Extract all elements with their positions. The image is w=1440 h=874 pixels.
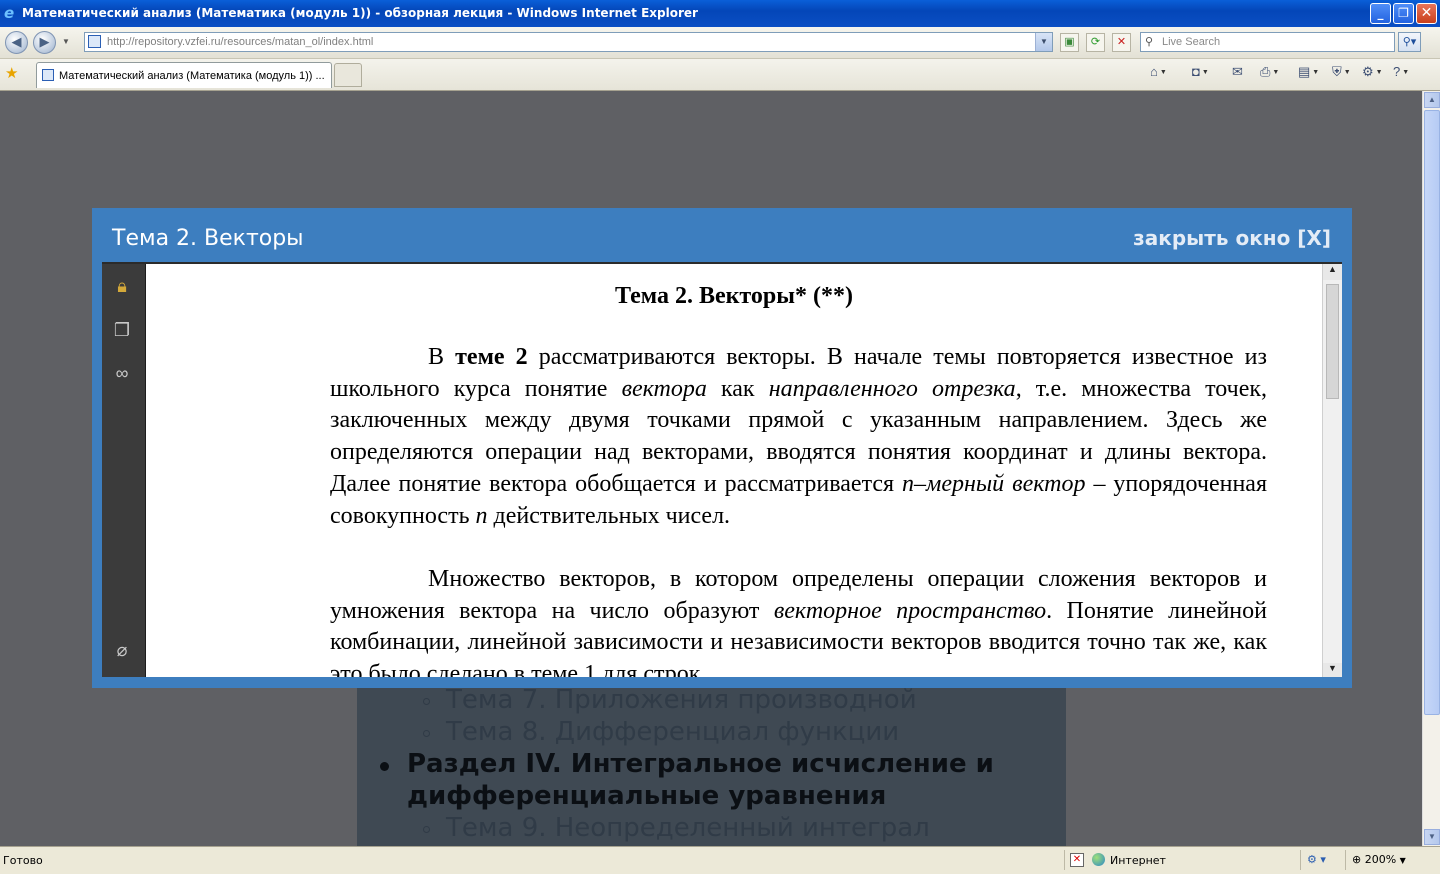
zoom-control[interactable]: ⊕ 200% ▼ [1352, 853, 1406, 866]
shield-icon: ⛨ [1332, 64, 1342, 79]
mail-icon: ✉ [1232, 64, 1243, 79]
list-circle-icon [423, 826, 430, 833]
modal-title: Тема 2. Векторы [112, 226, 304, 251]
feeds-button[interactable]: ◘ ▼ [1192, 64, 1209, 84]
window-title: Математический анализ (Математика (модул… [22, 6, 698, 20]
minimize-button[interactable]: _ [1370, 3, 1391, 24]
home-icon: ⌂ [1150, 64, 1158, 79]
pdf-scroll-up-icon[interactable]: ▲ [1323, 264, 1342, 280]
address-field[interactable]: http://repository.vzfei.ru/resources/mat… [84, 32, 1053, 52]
pdf-page: Тема 2. Векторы* (**) В теме 2 рассматри… [146, 264, 1322, 677]
status-text: Готово [3, 854, 43, 867]
pdf-viewer: 🔒︎ ❐ ∞ ⌀ Тема 2. Векторы* (**) В теме 2 … [102, 262, 1342, 677]
pdf-sidebar: 🔒︎ ❐ ∞ ⌀ [102, 264, 146, 677]
attachment-icon[interactable]: ⌀ [111, 640, 133, 664]
address-dropdown-icon[interactable]: ▼ [1035, 33, 1052, 51]
help-icon: ? [1393, 64, 1401, 79]
protected-mode-icon[interactable]: ⚙ ▾ [1307, 853, 1326, 866]
close-modal-button[interactable]: закрыть окно [X] [1133, 226, 1331, 250]
pdf-scroll-down-icon[interactable]: ▼ [1323, 663, 1342, 677]
arrow-right-icon: ▶ [39, 34, 50, 49]
back-button[interactable]: ◀ [5, 31, 28, 54]
tab-bar: ★ Математический анализ (Математика (мод… [0, 59, 1440, 91]
status-divider [1300, 850, 1301, 870]
document-paragraph-1: В теме 2 рассматриваются векторы. В нача… [330, 344, 1268, 529]
pdf-scrollbar[interactable]: ▲ ▼ [1322, 264, 1342, 677]
print-button[interactable]: ⎙ ▼ [1260, 64, 1279, 84]
section-item-line2[interactable]: дифференциальные уравнения [407, 781, 886, 811]
security-zone[interactable]: Интернет [1092, 853, 1166, 867]
tools-menu-button[interactable]: ⚙ ▼ [1362, 64, 1383, 84]
arrow-left-icon: ◀ [11, 34, 22, 49]
scroll-thumb[interactable] [1424, 110, 1440, 715]
document-heading: Тема 2. Векторы* (**) [615, 283, 853, 309]
live-search-icon: ⚲ [1145, 36, 1154, 48]
page-menu-icon: ▤ [1298, 64, 1311, 79]
favorites-star-icon[interactable]: ★ [5, 64, 18, 82]
history-dropdown-icon[interactable]: ▼ [62, 37, 70, 46]
print-icon: ⎙ [1260, 64, 1271, 79]
document-paragraph-2: Множество векторов, в котором определены… [330, 566, 1267, 677]
feeds-icon: ◘ [1192, 64, 1200, 79]
zoom-icon: ⊕ [1352, 853, 1365, 866]
window-title-bar: e Математический анализ (Математика (мод… [0, 0, 1440, 27]
subtopic-item[interactable]: Тема 8. Дифференциал функции [446, 717, 899, 747]
list-circle-icon [423, 730, 430, 737]
status-bar: Готово ✕ Интернет ⚙ ▾ ⊕ 200% ▼ [0, 846, 1440, 874]
new-tab-button[interactable] [334, 63, 362, 87]
safety-menu-button[interactable]: ⛨ ▼ [1332, 64, 1351, 84]
compatibility-icon[interactable]: ▣ [1060, 33, 1079, 52]
help-menu-button[interactable]: ? ▼ [1393, 64, 1409, 84]
scroll-up-icon[interactable]: ▲ [1424, 92, 1440, 108]
mail-button[interactable]: ✉ [1232, 64, 1243, 84]
stop-button[interactable]: ✕ [1112, 33, 1131, 52]
page-menu-button[interactable]: ▤ ▼ [1298, 64, 1319, 84]
search-placeholder: Live Search [1162, 36, 1221, 48]
subtopic-item[interactable]: Тема 9. Неопределенный интеграл [446, 813, 930, 843]
tab-label: Математический анализ (Математика (модул… [59, 70, 325, 82]
lock-icon[interactable]: 🔒︎ [111, 276, 133, 300]
status-divider [1064, 850, 1065, 870]
status-divider [1345, 850, 1346, 870]
search-input[interactable]: ⚲ Live Search [1140, 32, 1395, 52]
close-window-button[interactable]: ✕ [1416, 3, 1437, 24]
gear-icon: ⚙ [1362, 64, 1374, 79]
pages-icon[interactable]: ❐ [111, 320, 133, 344]
subtopic-item[interactable]: Тема 7. Приложения производной [446, 685, 917, 715]
globe-icon [1092, 853, 1105, 866]
forward-button[interactable]: ▶ [33, 31, 56, 54]
home-button[interactable]: ⌂ ▼ [1150, 64, 1167, 84]
url-text[interactable]: http://repository.vzfei.ru/resources/mat… [107, 33, 373, 51]
refresh-button[interactable]: ⟳ [1086, 33, 1105, 52]
navigation-bar: ◀ ▶ ▼ http://repository.vzfei.ru/resourc… [0, 27, 1440, 59]
blocked-content-icon[interactable]: ✕ [1070, 853, 1084, 867]
section-item[interactable]: Раздел IV. Интегральное исчисление и [407, 749, 994, 779]
search-button[interactable]: ⚲▾ [1398, 32, 1421, 52]
scroll-down-icon[interactable]: ▼ [1424, 829, 1440, 845]
maximize-button[interactable]: ❐ [1393, 3, 1414, 24]
topic-modal: Тема 2. Векторы закрыть окно [X] 🔒︎ ❐ ∞ … [92, 208, 1352, 688]
page-icon [88, 35, 101, 48]
pdf-scroll-thumb[interactable] [1326, 284, 1339, 399]
page-scrollbar[interactable]: ▲ ▼ [1422, 91, 1440, 846]
ie-logo-icon: e [4, 4, 15, 22]
binoculars-icon[interactable]: ∞ [111, 363, 133, 387]
tab-page-icon [42, 69, 54, 81]
tab-active[interactable]: Математический анализ (Математика (модул… [36, 62, 332, 88]
magnifier-icon: ⚲▾ [1402, 36, 1417, 48]
list-bullet-icon [380, 762, 389, 771]
list-circle-icon [423, 698, 430, 705]
